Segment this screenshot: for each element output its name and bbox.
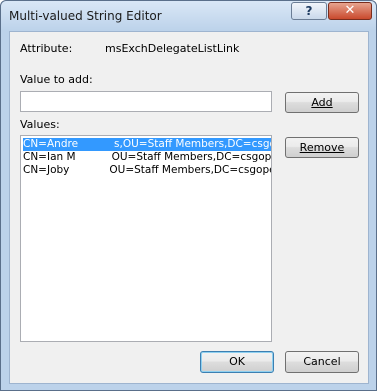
add-button[interactable]: Add xyxy=(285,92,359,113)
value-item-cn: CN=Andre xyxy=(23,138,79,150)
values-list-item[interactable]: CN=Joby OU=Staff Members,DC=csgopenlir xyxy=(23,164,271,177)
remove-button-label: Remove xyxy=(299,141,345,154)
ok-button[interactable]: OK xyxy=(200,351,274,373)
values-label: Values: xyxy=(20,118,60,131)
attribute-value: msExchDelegateListLink xyxy=(105,42,240,55)
cancel-button-label: Cancel xyxy=(303,355,341,368)
close-button[interactable]: ✕ xyxy=(328,2,372,20)
window-title: Multi-valued String Editor xyxy=(9,9,162,23)
values-list-item[interactable]: CN=Ian M OU=Staff Members,DC=csgopenlir xyxy=(23,151,272,164)
remove-button[interactable]: Remove xyxy=(285,137,359,158)
cancel-button[interactable]: Cancel xyxy=(285,351,359,373)
value-item-cn: CN=Joby xyxy=(23,164,70,176)
values-list[interactable]: CN=Andre s,OU=Staff Members,DC=csgopenl C… xyxy=(20,135,272,342)
ok-button-label: OK xyxy=(229,355,245,368)
value-to-add-input[interactable] xyxy=(20,91,272,112)
value-item-dn: s,OU=Staff Members,DC=csgopenl xyxy=(114,138,271,150)
attribute-label: Attribute: xyxy=(20,42,73,55)
close-icon: ✕ xyxy=(344,3,356,18)
help-button[interactable]: ? xyxy=(291,2,327,20)
dialog-body: Attribute: msExchDelegateListLink Value … xyxy=(9,31,369,384)
values-list-item[interactable]: CN=Andre s,OU=Staff Members,DC=csgopenl xyxy=(23,138,271,151)
help-icon: ? xyxy=(305,4,313,18)
title-bar: Multi-valued String Editor ? ✕ xyxy=(1,1,376,31)
value-to-add-label: Value to add: xyxy=(20,73,93,86)
multi-valued-string-editor-window: Multi-valued String Editor ? ✕ Attribute… xyxy=(0,0,377,391)
value-item-dn: OU=Staff Members,DC=csgopenlir xyxy=(111,151,272,163)
value-item-dn: OU=Staff Members,DC=csgopenlir xyxy=(109,164,271,176)
value-item-cn: CN=Ian M xyxy=(23,151,76,163)
add-button-label: Add xyxy=(311,96,333,109)
